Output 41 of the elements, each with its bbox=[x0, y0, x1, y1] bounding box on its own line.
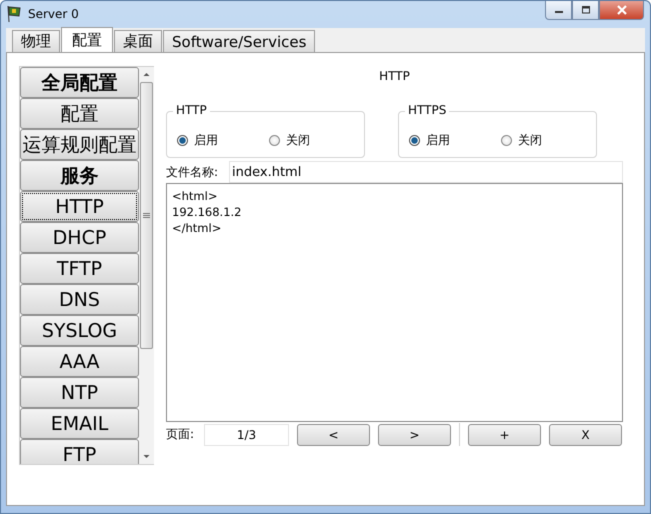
app-icon bbox=[6, 5, 22, 23]
service-button[interactable]: EMAIL bbox=[20, 408, 139, 439]
window-title: Server 0 bbox=[28, 7, 79, 21]
pager-button[interactable]: X bbox=[549, 424, 622, 446]
minimize-button[interactable] bbox=[545, 1, 572, 20]
tab[interactable]: 物理 bbox=[12, 30, 60, 52]
tab[interactable]: 桌面 bbox=[114, 30, 162, 52]
page-number-field[interactable]: 1/3 bbox=[204, 424, 289, 446]
service-button[interactable]: AAA bbox=[20, 346, 139, 377]
radio-option[interactable]: 启用 bbox=[177, 132, 269, 149]
group-title: HTTP bbox=[173, 103, 210, 117]
pager-button[interactable]: + bbox=[468, 424, 541, 446]
content-field[interactable]: <html> 192.168.1.2 </html> bbox=[166, 183, 623, 422]
group-title: HTTPS bbox=[405, 103, 450, 117]
service-button[interactable]: 服务 bbox=[20, 160, 139, 191]
pager-button[interactable]: > bbox=[378, 424, 451, 446]
service-button[interactable]: 配置 bbox=[20, 98, 139, 129]
service-button[interactable]: DHCP bbox=[20, 222, 139, 253]
service-button[interactable]: NTP bbox=[20, 377, 139, 408]
close-icon bbox=[616, 5, 628, 15]
radio-option[interactable]: 关闭 bbox=[269, 132, 361, 149]
service-button[interactable]: DNS bbox=[20, 284, 139, 315]
service-button[interactable]: HTTP bbox=[20, 191, 139, 222]
file-name-label: 文件名称: bbox=[166, 164, 220, 180]
service-button[interactable]: 全局配置 bbox=[20, 67, 139, 98]
service-title: HTTP bbox=[378, 69, 411, 85]
tab[interactable]: Software/Services bbox=[163, 30, 316, 52]
maximize-icon bbox=[580, 6, 590, 14]
radio-option[interactable]: 启用 bbox=[409, 132, 501, 149]
pager-button[interactable]: < bbox=[297, 424, 370, 446]
page-label: 页面: bbox=[166, 426, 196, 443]
maximize-button[interactable] bbox=[572, 1, 599, 20]
grip-icon bbox=[143, 212, 150, 218]
tab[interactable]: 配置 bbox=[61, 27, 113, 52]
service-button[interactable]: TFTP bbox=[20, 253, 139, 284]
service-button[interactable]: SYSLOG bbox=[20, 315, 139, 346]
service-button[interactable]: FTP bbox=[20, 439, 139, 464]
radio-option[interactable]: 关闭 bbox=[501, 132, 593, 149]
file-name-field[interactable]: index.html bbox=[229, 161, 623, 183]
close-button[interactable] bbox=[599, 1, 644, 20]
service-button[interactable]: 运算规则配置 bbox=[20, 129, 139, 160]
